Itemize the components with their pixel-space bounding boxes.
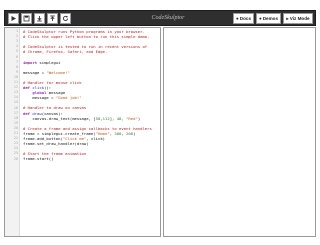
docs-label: Docs: [239, 16, 251, 21]
save-icon: [23, 15, 30, 22]
code-token: frame.start(): [23, 156, 54, 162]
reset-button[interactable]: [60, 13, 71, 24]
download-button[interactable]: [34, 13, 45, 24]
download-icon: [37, 16, 42, 22]
line-number-gutter: 1 2 3 4 5 6 7 8 9 10 11 12 13 14 15 16 17 18 19 20 21 22 23 24 2…: [5, 28, 20, 236]
code-token: ],: [109, 115, 117, 121]
code-token: "Good job!": [55, 95, 82, 101]
viz-mode-label: Viz Mode: [289, 16, 310, 21]
code-token: ): [137, 115, 141, 121]
play-icon: [11, 16, 16, 21]
line-number: 26: [13, 156, 18, 161]
code-line: frame.start(): [23, 156, 160, 162]
code-token: canvas.draw_text(message, [: [23, 115, 96, 121]
run-button[interactable]: [8, 13, 19, 24]
code-token: 112: [102, 115, 110, 121]
code-token: "Welcome!": [46, 69, 70, 75]
toolbar: CodeSkulptor ● Docs ● Demos ▸ Viz Mode: [4, 10, 316, 26]
demos-button[interactable]: ● Demos: [256, 13, 281, 24]
code-token: # Click the upper left button to run thi…: [23, 34, 150, 40]
save-button[interactable]: [21, 13, 32, 24]
info-icon: ●: [235, 16, 239, 21]
viz-icon: ▸: [286, 15, 289, 21]
code-token: ): [133, 130, 136, 136]
code-token: message =: [23, 95, 56, 101]
output-pane: [163, 27, 316, 237]
code-token: frame.set_draw_handler(draw): [23, 141, 89, 147]
codeskulptor-page: CodeSkulptor ● Docs ● Demos ▸ Viz Mode 1…: [0, 0, 320, 245]
code-token: message =: [23, 69, 47, 75]
demos-label: Demos: [262, 16, 279, 21]
code-token: import: [23, 59, 38, 65]
reset-icon: [62, 15, 69, 21]
code-token: "Red": [126, 115, 138, 121]
code-token: simplegui: [37, 59, 61, 65]
code-token: # Chrome, Firefox, Safari, and Edge.: [23, 49, 108, 55]
viz-mode-button[interactable]: ▸ Viz Mode: [283, 13, 313, 24]
load-button[interactable]: [47, 13, 58, 24]
open-icon: [50, 15, 55, 21]
info-icon: ●: [258, 16, 262, 21]
code-line: # Click the upper left button to run thi…: [23, 34, 160, 40]
docs-button[interactable]: ● Docs: [233, 13, 254, 24]
code-area[interactable]: # CodeSkulptor runs Python programs in y…: [23, 29, 160, 162]
code-token: , click): [86, 135, 106, 141]
app-title: CodeSkulptor: [151, 15, 185, 21]
code-editor[interactable]: 1 2 3 4 5 6 7 8 9 10 11 12 13 14 15 16 17 18 19 20 21 22 23 24 2…: [4, 27, 161, 237]
